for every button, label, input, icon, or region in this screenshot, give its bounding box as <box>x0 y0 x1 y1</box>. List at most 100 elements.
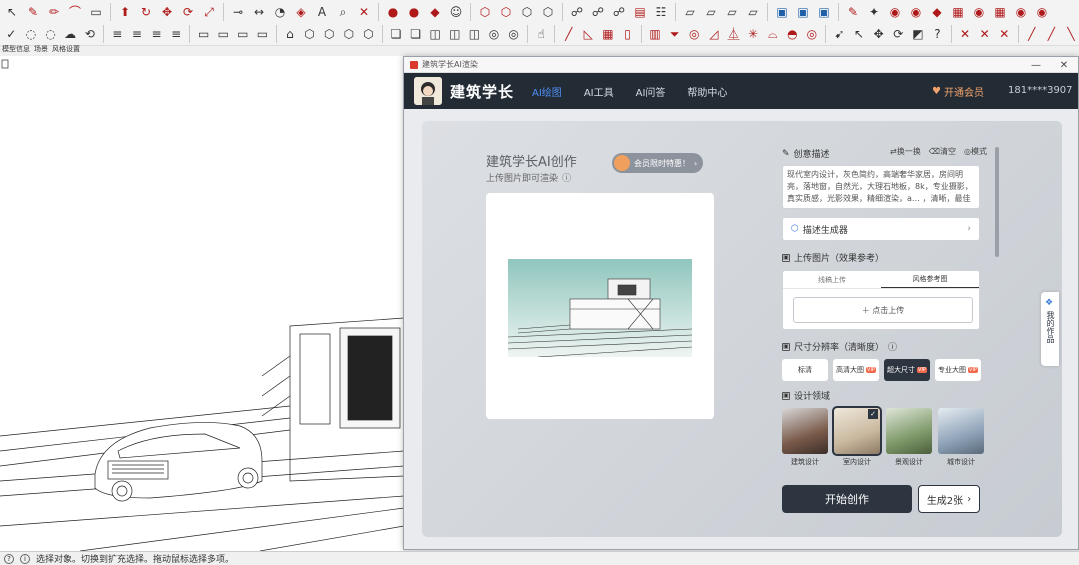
pyramid-icon[interactable]: ⏅ <box>725 25 742 43</box>
text-icon[interactable]: A <box>313 3 331 21</box>
face-icon[interactable]: ☺ <box>447 3 465 21</box>
generate-two-button[interactable]: 生成2张 › <box>918 485 980 513</box>
align-icon-3[interactable]: ≡ <box>148 25 165 43</box>
align-icon-1[interactable]: ≡ <box>109 25 126 43</box>
diag-icon-2[interactable]: ╱ <box>1043 25 1060 43</box>
tab-styles[interactable]: 风格设置 <box>52 44 80 56</box>
solid-icon-5[interactable]: ◎ <box>505 25 522 43</box>
move-arrows-icon[interactable]: ✥ <box>870 25 887 43</box>
ramp-icon[interactable]: ◿ <box>706 25 723 43</box>
select-tool-icon[interactable]: ↖ <box>3 3 21 21</box>
frame-icon[interactable]: ◩ <box>910 25 927 43</box>
group-icon-2[interactable]: ❏ <box>407 25 424 43</box>
triangle-icon[interactable]: ◺ <box>580 25 597 43</box>
front-view-icon[interactable]: ⬡ <box>518 3 536 21</box>
help-circle-icon[interactable]: ⓘ <box>888 340 897 353</box>
warehouse-icon[interactable]: ▣ <box>773 3 791 21</box>
user-account[interactable]: 181****3907 <box>1008 85 1073 96</box>
clear-button[interactable]: ⌫清空 <box>929 146 956 157</box>
cross-icon-2[interactable]: ✕ <box>976 25 993 43</box>
section-icon-3[interactable]: ☍ <box>610 3 628 21</box>
style-architecture[interactable]: 建筑设计 <box>782 408 828 467</box>
roof-icon[interactable]: ⌂ <box>282 25 299 43</box>
line-icon[interactable]: ╱ <box>560 25 577 43</box>
box-icon-4[interactable]: ⬡ <box>360 25 377 43</box>
diag-icon-3[interactable]: ╲ <box>1063 25 1079 43</box>
minimize-icon[interactable]: — <box>1024 57 1048 73</box>
folder-icon-1[interactable]: ▱ <box>681 3 699 21</box>
cross-icon-1[interactable]: ✕ <box>957 25 974 43</box>
plugin-icon-7[interactable]: ◉ <box>907 3 925 21</box>
rect-plugin-icon[interactable]: ▯ <box>619 25 636 43</box>
dome-icon[interactable]: ◓ <box>784 25 801 43</box>
extension-icon[interactable]: ▣ <box>794 3 812 21</box>
size-option-pro[interactable]: 专业大图 VIP <box>935 359 981 381</box>
nav-ai-draw[interactable]: AI绘图 <box>532 84 562 99</box>
funnel-icon[interactable]: ⏷ <box>666 25 683 43</box>
top-view-icon[interactable]: ⬡ <box>497 3 515 21</box>
stair-icon[interactable]: ▥ <box>647 25 664 43</box>
plugin-icon-11[interactable]: ▦ <box>991 3 1009 21</box>
info-icon[interactable]: ⓘ <box>562 171 571 184</box>
paint-icon[interactable]: ◈ <box>292 3 310 21</box>
box-icon-1[interactable]: ⬡ <box>301 25 318 43</box>
ring-icon[interactable]: ◎ <box>804 25 821 43</box>
arc-icon[interactable]: ⌒ <box>66 3 84 21</box>
tape-icon[interactable]: ⊸ <box>229 3 247 21</box>
upload-button[interactable]: ＋ 点击上传 <box>793 297 973 323</box>
plugin-icon-10[interactable]: ◉ <box>970 3 988 21</box>
folder-icon-3[interactable]: ▱ <box>723 3 741 21</box>
desc-generator-button[interactable]: ⬡ 描述生成器 › <box>782 217 980 241</box>
plugin-icon-2[interactable]: ● <box>405 3 423 21</box>
move-icon[interactable]: ✥ <box>158 3 176 21</box>
refresh-icon[interactable]: ⟳ <box>890 25 907 43</box>
folder-icon-2[interactable]: ▱ <box>702 3 720 21</box>
arrow-plugin-icon[interactable]: ➹ <box>831 25 848 43</box>
close-icon[interactable]: ✕ <box>1052 57 1076 73</box>
panel-scrollbar[interactable] <box>995 147 999 257</box>
folder-icon-4[interactable]: ▱ <box>744 3 762 21</box>
vip-button[interactable]: ♥ 开通会员 <box>932 84 984 99</box>
follow-me-icon[interactable]: ↻ <box>137 3 155 21</box>
window-icon-2[interactable]: ▭ <box>215 25 232 43</box>
geo-icon[interactable]: ? <box>4 553 14 564</box>
solid-icon-2[interactable]: ◫ <box>446 25 463 43</box>
eraser-icon[interactable]: ✎ <box>24 3 42 21</box>
nav-ai-tools[interactable]: AI工具 <box>584 84 614 99</box>
outliner-icon[interactable]: ☷ <box>652 3 670 21</box>
window-titlebar[interactable]: 建筑学长AI渲染 — ✕ <box>404 57 1078 73</box>
rectangle-icon[interactable]: ▭ <box>87 3 105 21</box>
cursor-icon[interactable]: ↖ <box>851 25 868 43</box>
push-pull-icon[interactable]: ⬆ <box>116 3 134 21</box>
plugin-icon-1[interactable]: ● <box>384 3 402 21</box>
nav-help[interactable]: 帮助中心 <box>687 84 727 99</box>
plugin-icon-6[interactable]: ◉ <box>886 3 904 21</box>
group-icon-1[interactable]: ❏ <box>388 25 405 43</box>
window-icon-4[interactable]: ▭ <box>254 25 271 43</box>
shuffle-button[interactable]: ⇄换一换 <box>890 146 921 157</box>
tab-sketch-upload[interactable]: 线稿上传 <box>783 271 881 288</box>
right-view-icon[interactable]: ⬡ <box>539 3 557 21</box>
box-icon-2[interactable]: ⬡ <box>321 25 338 43</box>
plugin-icon-9[interactable]: ▦ <box>949 3 967 21</box>
section-icon-1[interactable]: ☍ <box>568 3 586 21</box>
nav-ai-qa[interactable]: AI问答 <box>636 84 666 99</box>
arch-icon[interactable]: ⌓ <box>764 25 781 43</box>
iso-view-icon[interactable]: ⬡ <box>476 3 494 21</box>
style-urban[interactable]: 城市设计 <box>938 408 984 467</box>
align-icon-2[interactable]: ≡ <box>129 25 146 43</box>
section-icon-2[interactable]: ☍ <box>589 3 607 21</box>
zoom-extents-icon[interactable]: ✕ <box>355 3 373 21</box>
layers-icon[interactable]: ▤ <box>631 3 649 21</box>
help-icon[interactable]: ? <box>929 25 946 43</box>
cloud-icon[interactable]: ☁ <box>62 25 79 43</box>
rotate-icon[interactable]: ⟳ <box>179 3 197 21</box>
pointer-icon[interactable]: ☝ <box>533 25 550 43</box>
my-works-sidetab[interactable]: ❖ 我的作品 <box>1041 292 1059 366</box>
plugin-icon-12[interactable]: ◉ <box>1012 3 1030 21</box>
cross-icon-3[interactable]: ✕ <box>996 25 1013 43</box>
diag-icon-1[interactable]: ╱ <box>1023 25 1040 43</box>
plugin-icon-4[interactable]: ✎ <box>844 3 862 21</box>
tab-style-reference[interactable]: 风格参考图 <box>881 271 979 288</box>
circle-plugin-icon[interactable]: ◎ <box>686 25 703 43</box>
